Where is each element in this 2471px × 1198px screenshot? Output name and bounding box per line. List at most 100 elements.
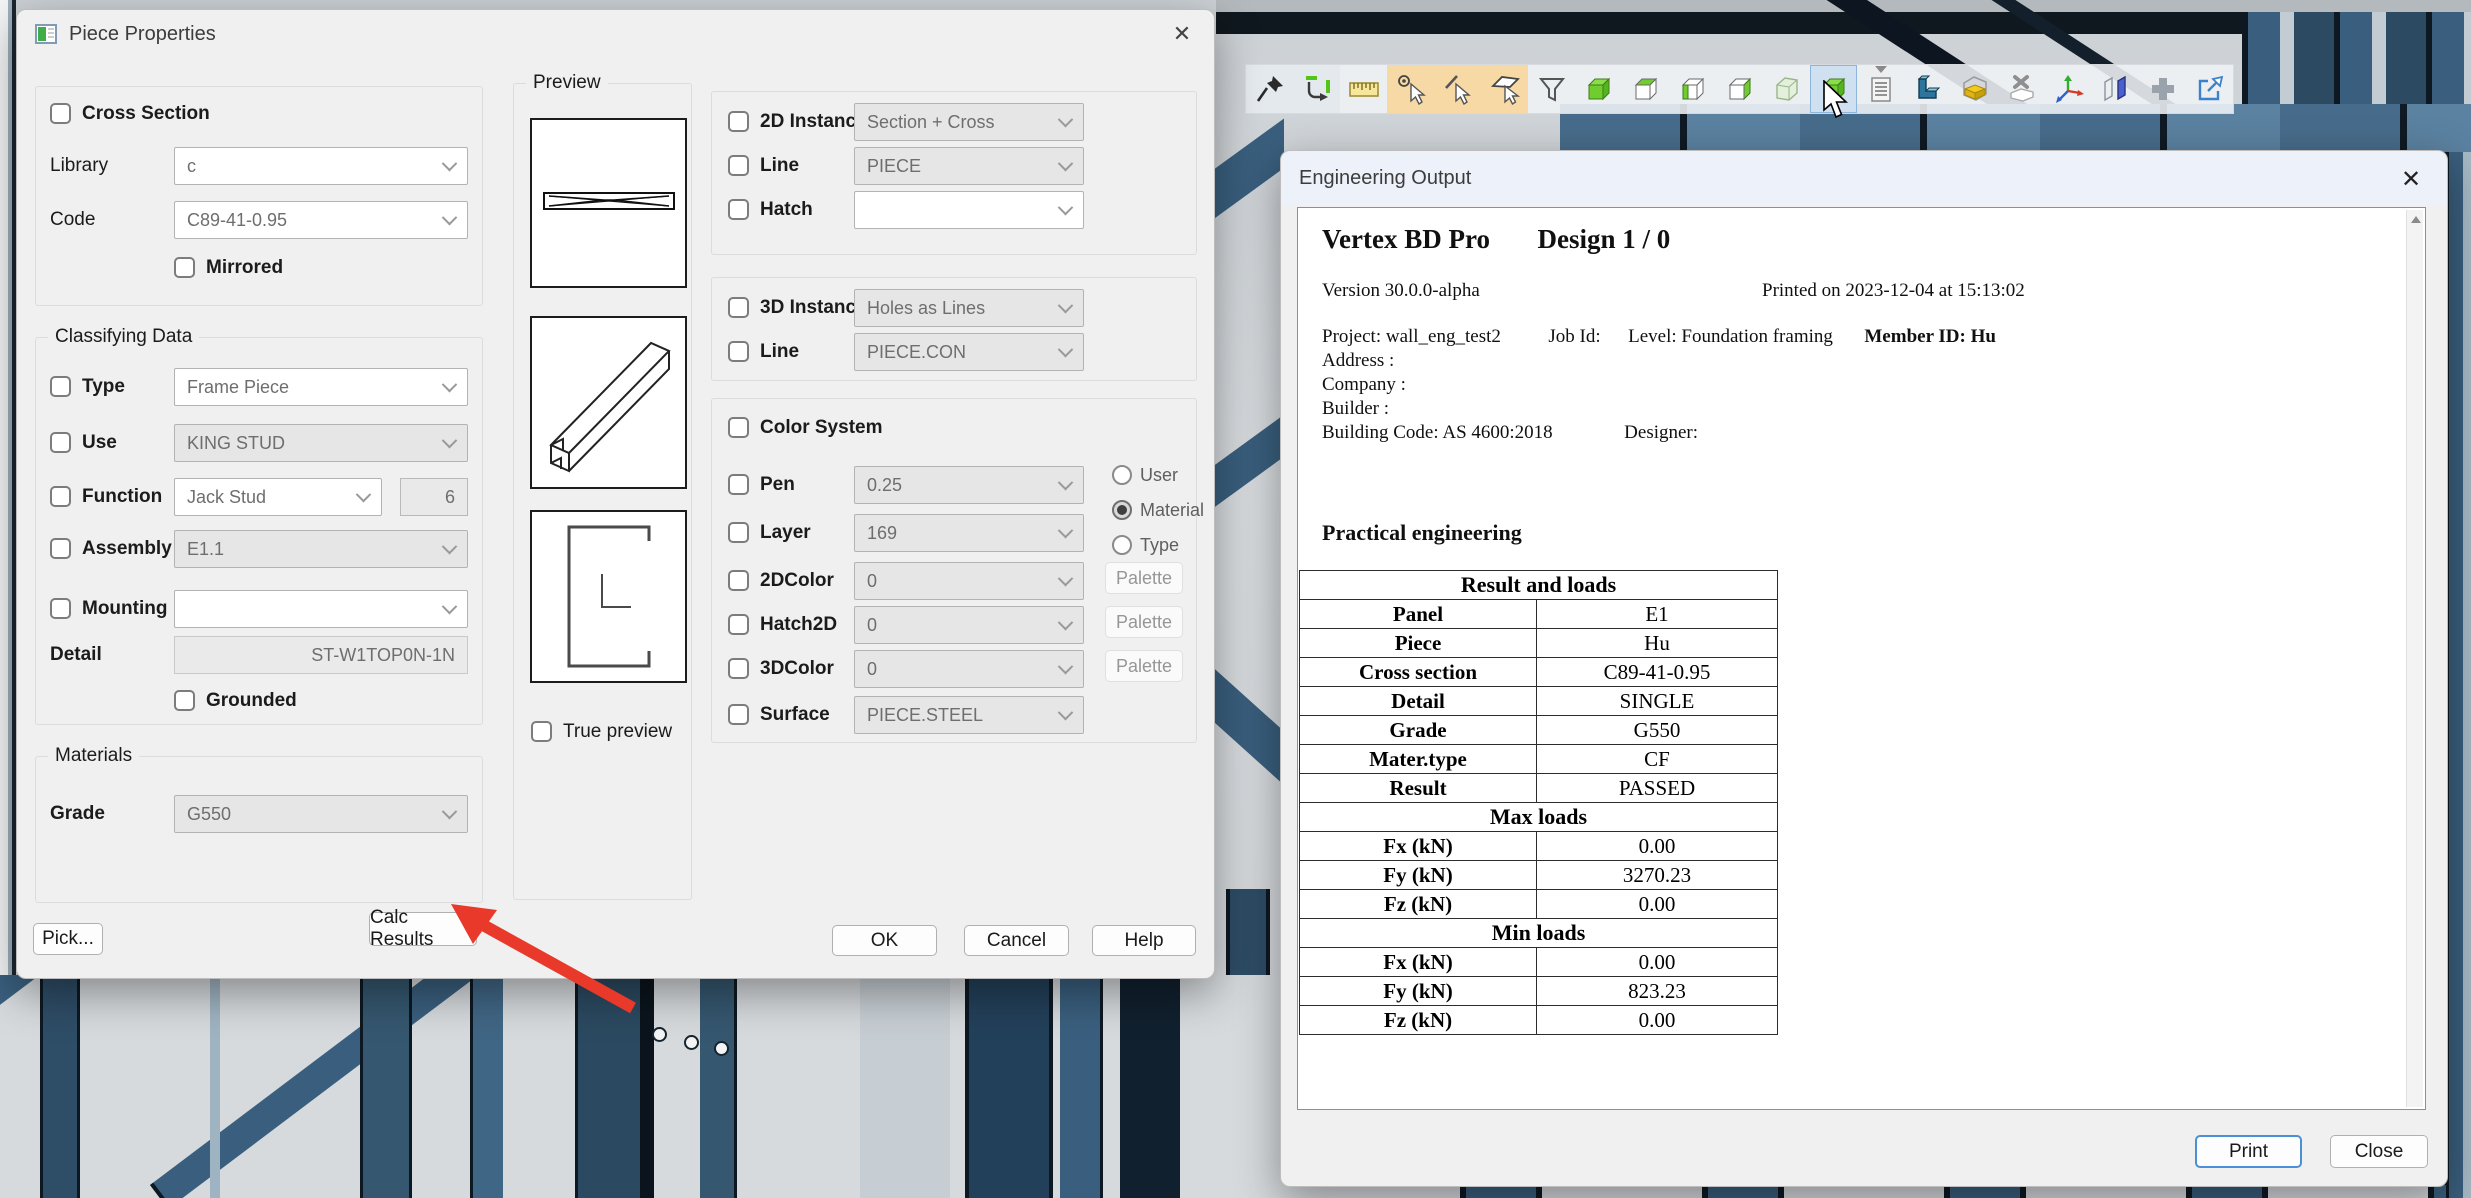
cube-solid-icon[interactable] bbox=[1575, 65, 1622, 113]
representation-2d-group: 2D Instance Section + Cross Line PIECE H… bbox=[711, 91, 1197, 255]
report-building-code-line: Building Code: AS 4600:2018 Designer: bbox=[1322, 422, 1698, 444]
material-radio[interactable] bbox=[1112, 500, 1132, 520]
surface-checkbox[interactable] bbox=[728, 704, 749, 725]
snap-line-icon[interactable] bbox=[1434, 65, 1481, 113]
grade-label: Grade bbox=[50, 803, 105, 825]
preview-group: Preview True preview bbox=[513, 83, 692, 900]
color-2d-palette-button[interactable]: Palette bbox=[1105, 562, 1183, 594]
rotate-measure-icon[interactable] bbox=[1293, 65, 1340, 113]
color-3d-select[interactable]: 0 bbox=[854, 650, 1084, 688]
line-2d-select[interactable]: PIECE bbox=[854, 147, 1084, 185]
export-icon[interactable] bbox=[2186, 65, 2233, 113]
report-company: Company : bbox=[1322, 374, 1406, 396]
layer-select[interactable]: 169 bbox=[854, 514, 1084, 552]
engineering-output-titlebar[interactable]: Engineering Output bbox=[1281, 151, 2447, 205]
cross-section-checkbox[interactable] bbox=[50, 103, 71, 124]
mirrored-checkbox[interactable] bbox=[174, 257, 195, 278]
close-icon[interactable]: ✕ bbox=[1164, 18, 1200, 50]
profile-icon[interactable] bbox=[1904, 65, 1951, 113]
preview-elevation-thumbnail[interactable] bbox=[530, 118, 687, 288]
cube-right-face-icon[interactable] bbox=[1716, 65, 1763, 113]
snap-plane-icon[interactable] bbox=[1481, 65, 1528, 113]
chevron-down-icon bbox=[1058, 614, 1074, 630]
representation-3d-group: 3D Instance Holes as Lines Line PIECE.CO… bbox=[711, 277, 1197, 381]
panels-icon[interactable] bbox=[2092, 65, 2139, 113]
help-button[interactable]: Help bbox=[1092, 925, 1196, 956]
preview-3d-thumbnail[interactable] bbox=[530, 316, 687, 489]
type-label: Type bbox=[82, 376, 125, 398]
chevron-down-icon bbox=[442, 155, 458, 171]
assembly-checkbox[interactable] bbox=[50, 538, 71, 559]
delete-box-icon[interactable] bbox=[1998, 65, 2045, 113]
color-2d-label: 2DColor bbox=[760, 570, 834, 592]
table-row: Mater.typeCF bbox=[1300, 745, 1778, 774]
true-preview-label: True preview bbox=[563, 721, 672, 743]
color-2d-select[interactable]: 0 bbox=[854, 562, 1084, 600]
function-select[interactable]: Jack Stud bbox=[174, 478, 382, 516]
engineering-report-page: Vertex BD Pro Design 1 / 0 Version 30.0.… bbox=[1297, 207, 2426, 1110]
hatch-2d-palette-button[interactable]: Palette bbox=[1105, 606, 1183, 638]
library-select[interactable]: c bbox=[174, 147, 468, 185]
grounded-checkbox[interactable] bbox=[174, 690, 195, 711]
ok-button[interactable]: OK bbox=[832, 925, 937, 956]
instance-2d-checkbox[interactable] bbox=[728, 111, 749, 132]
instance-2d-select[interactable]: Section + Cross bbox=[854, 103, 1084, 141]
type-radio[interactable] bbox=[1112, 535, 1132, 555]
close-button[interactable]: Close bbox=[2330, 1135, 2428, 1168]
print-button[interactable]: Print bbox=[2195, 1135, 2302, 1168]
axes-icon[interactable] bbox=[2045, 65, 2092, 113]
classifying-data-title: Classifying Data bbox=[48, 326, 199, 348]
materials-group: Materials Grade G550 bbox=[35, 756, 483, 903]
cube-left-face-icon[interactable] bbox=[1669, 65, 1716, 113]
color-system-group: Color System Pen 0.25 Layer 169 User Mat… bbox=[711, 398, 1197, 743]
list-icon[interactable] bbox=[1857, 65, 1904, 113]
close-icon[interactable]: ✕ bbox=[2393, 163, 2429, 195]
box-solid-icon[interactable] bbox=[1763, 65, 1810, 113]
hatch-2d-checkbox[interactable] bbox=[728, 614, 749, 635]
function-count-field[interactable]: 6 bbox=[400, 478, 468, 516]
piece-properties-titlebar[interactable]: Piece Properties bbox=[17, 10, 1214, 58]
pin-icon[interactable] bbox=[1246, 65, 1293, 113]
mounting-select[interactable] bbox=[174, 590, 468, 628]
color-3d-label: 3DColor bbox=[760, 658, 834, 680]
instance-3d-select[interactable]: Holes as Lines bbox=[854, 289, 1084, 327]
material-box-icon[interactable] bbox=[1951, 65, 1998, 113]
layer-checkbox[interactable] bbox=[728, 522, 749, 543]
preview-section-thumbnail[interactable] bbox=[530, 510, 687, 683]
true-preview-checkbox[interactable] bbox=[531, 721, 552, 742]
grade-select[interactable]: G550 bbox=[174, 795, 468, 833]
pick-button[interactable]: Pick... bbox=[33, 923, 103, 955]
color-3d-palette-button[interactable]: Palette bbox=[1105, 650, 1183, 682]
code-select[interactable]: C89-41-0.95 bbox=[174, 201, 468, 239]
use-select[interactable]: KING STUD bbox=[174, 424, 468, 462]
color-system-checkbox[interactable] bbox=[728, 417, 749, 438]
user-radio[interactable] bbox=[1112, 465, 1132, 485]
line-3d-checkbox[interactable] bbox=[728, 341, 749, 362]
hatch-checkbox[interactable] bbox=[728, 199, 749, 220]
ruler-icon[interactable] bbox=[1340, 65, 1387, 113]
pen-select[interactable]: 0.25 bbox=[854, 466, 1084, 504]
pen-checkbox[interactable] bbox=[728, 474, 749, 495]
snap-point-icon[interactable] bbox=[1387, 65, 1434, 113]
cancel-button[interactable]: Cancel bbox=[964, 925, 1069, 956]
color-2d-checkbox[interactable] bbox=[728, 570, 749, 591]
type-select[interactable]: Frame Piece bbox=[174, 368, 468, 406]
color-3d-checkbox[interactable] bbox=[728, 658, 749, 679]
line-3d-select[interactable]: PIECE.CON bbox=[854, 333, 1084, 371]
report-scrollbar[interactable] bbox=[2406, 210, 2423, 1107]
hatch-select[interactable] bbox=[854, 191, 1084, 229]
layer-label: Layer bbox=[760, 522, 811, 544]
table-row: GradeG550 bbox=[1300, 716, 1778, 745]
filter-icon[interactable] bbox=[1528, 65, 1575, 113]
surface-select[interactable]: PIECE.STEEL bbox=[854, 696, 1084, 734]
type-checkbox[interactable] bbox=[50, 376, 71, 397]
mounting-checkbox[interactable] bbox=[50, 598, 71, 619]
instance-3d-checkbox[interactable] bbox=[728, 297, 749, 318]
plus-icon[interactable] bbox=[2139, 65, 2186, 113]
line-2d-checkbox[interactable] bbox=[728, 155, 749, 176]
cube-top-face-icon[interactable] bbox=[1622, 65, 1669, 113]
function-checkbox[interactable] bbox=[50, 486, 71, 507]
hatch-2d-select[interactable]: 0 bbox=[854, 606, 1084, 644]
use-checkbox[interactable] bbox=[50, 432, 71, 453]
assembly-select[interactable]: E1.1 bbox=[174, 530, 468, 568]
